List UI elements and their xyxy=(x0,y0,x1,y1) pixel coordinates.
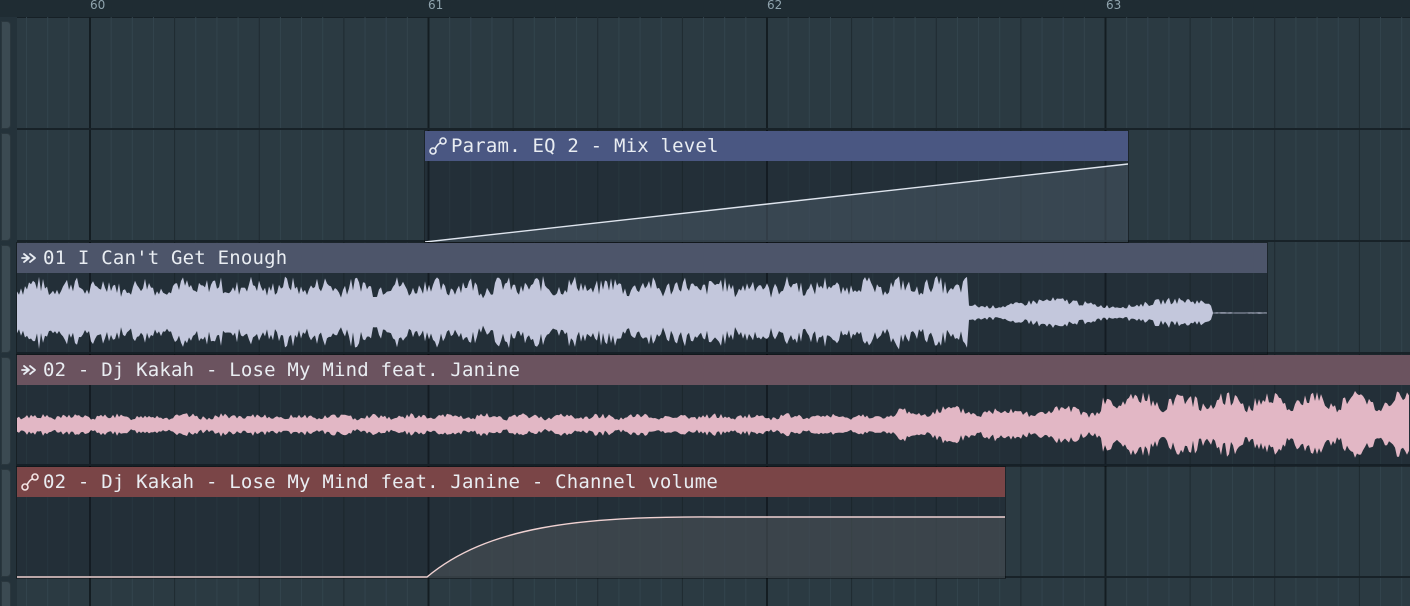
clip-title: 02 - Dj Kakah - Lose My Mind feat. Janin… xyxy=(43,471,719,493)
audio-clip-track-1[interactable]: 01 I Can't Get Enough xyxy=(16,242,1268,355)
track-handle[interactable] xyxy=(1,469,11,577)
clip-body xyxy=(425,161,1128,242)
clip-body xyxy=(17,385,1410,466)
automation-ramp xyxy=(425,163,1128,242)
automation-clip-eq-mix[interactable]: Param. EQ 2 - Mix level xyxy=(424,130,1129,243)
waveform xyxy=(17,391,1409,458)
clip-title: Param. EQ 2 - Mix level xyxy=(451,135,719,157)
audio-clip-icon xyxy=(19,247,41,269)
track-handle[interactable] xyxy=(1,21,11,129)
track-handle[interactable] xyxy=(1,581,11,606)
clip-header[interactable]: 02 - Dj Kakah - Lose My Mind feat. Janin… xyxy=(17,355,1410,385)
bar-number: 63 xyxy=(1106,0,1122,12)
clip-body xyxy=(17,273,1267,354)
automation-clip-channel-volume[interactable]: 02 - Dj Kakah - Lose My Mind feat. Janin… xyxy=(16,466,1006,579)
bar-number: 62 xyxy=(767,0,783,12)
clip-title: 02 - Dj Kakah - Lose My Mind feat. Janin… xyxy=(43,359,521,381)
clip-header[interactable]: 01 I Can't Get Enough xyxy=(17,243,1267,273)
timeline-ruler[interactable]: 60 61 62 63 xyxy=(0,0,1410,18)
clip-header[interactable]: Param. EQ 2 - Mix level xyxy=(425,131,1128,161)
track-header-strip xyxy=(0,17,17,606)
waveform xyxy=(17,275,1267,350)
track-handle[interactable] xyxy=(1,357,11,465)
automation-curve-icon xyxy=(427,135,449,157)
clip-title: 01 I Can't Get Enough xyxy=(43,247,288,269)
audio-clip-icon xyxy=(19,359,41,381)
audio-clip-track-2[interactable]: 02 - Dj Kakah - Lose My Mind feat. Janin… xyxy=(16,354,1410,467)
automation-curve-icon xyxy=(19,471,41,493)
track-handle[interactable] xyxy=(1,245,11,353)
playlist-window: 60 61 62 63 Param. EQ 2 - Mix level 01 I… xyxy=(0,0,1410,606)
bar-number: 60 xyxy=(90,0,106,12)
bar-number: 61 xyxy=(428,0,444,12)
clip-header[interactable]: 02 - Dj Kakah - Lose My Mind feat. Janin… xyxy=(17,467,1005,497)
playlist-grid[interactable]: Param. EQ 2 - Mix level 01 I Can't Get E… xyxy=(16,17,1410,606)
automation-curve xyxy=(17,516,1005,578)
track-handle[interactable] xyxy=(1,133,11,241)
clip-body xyxy=(17,497,1005,578)
